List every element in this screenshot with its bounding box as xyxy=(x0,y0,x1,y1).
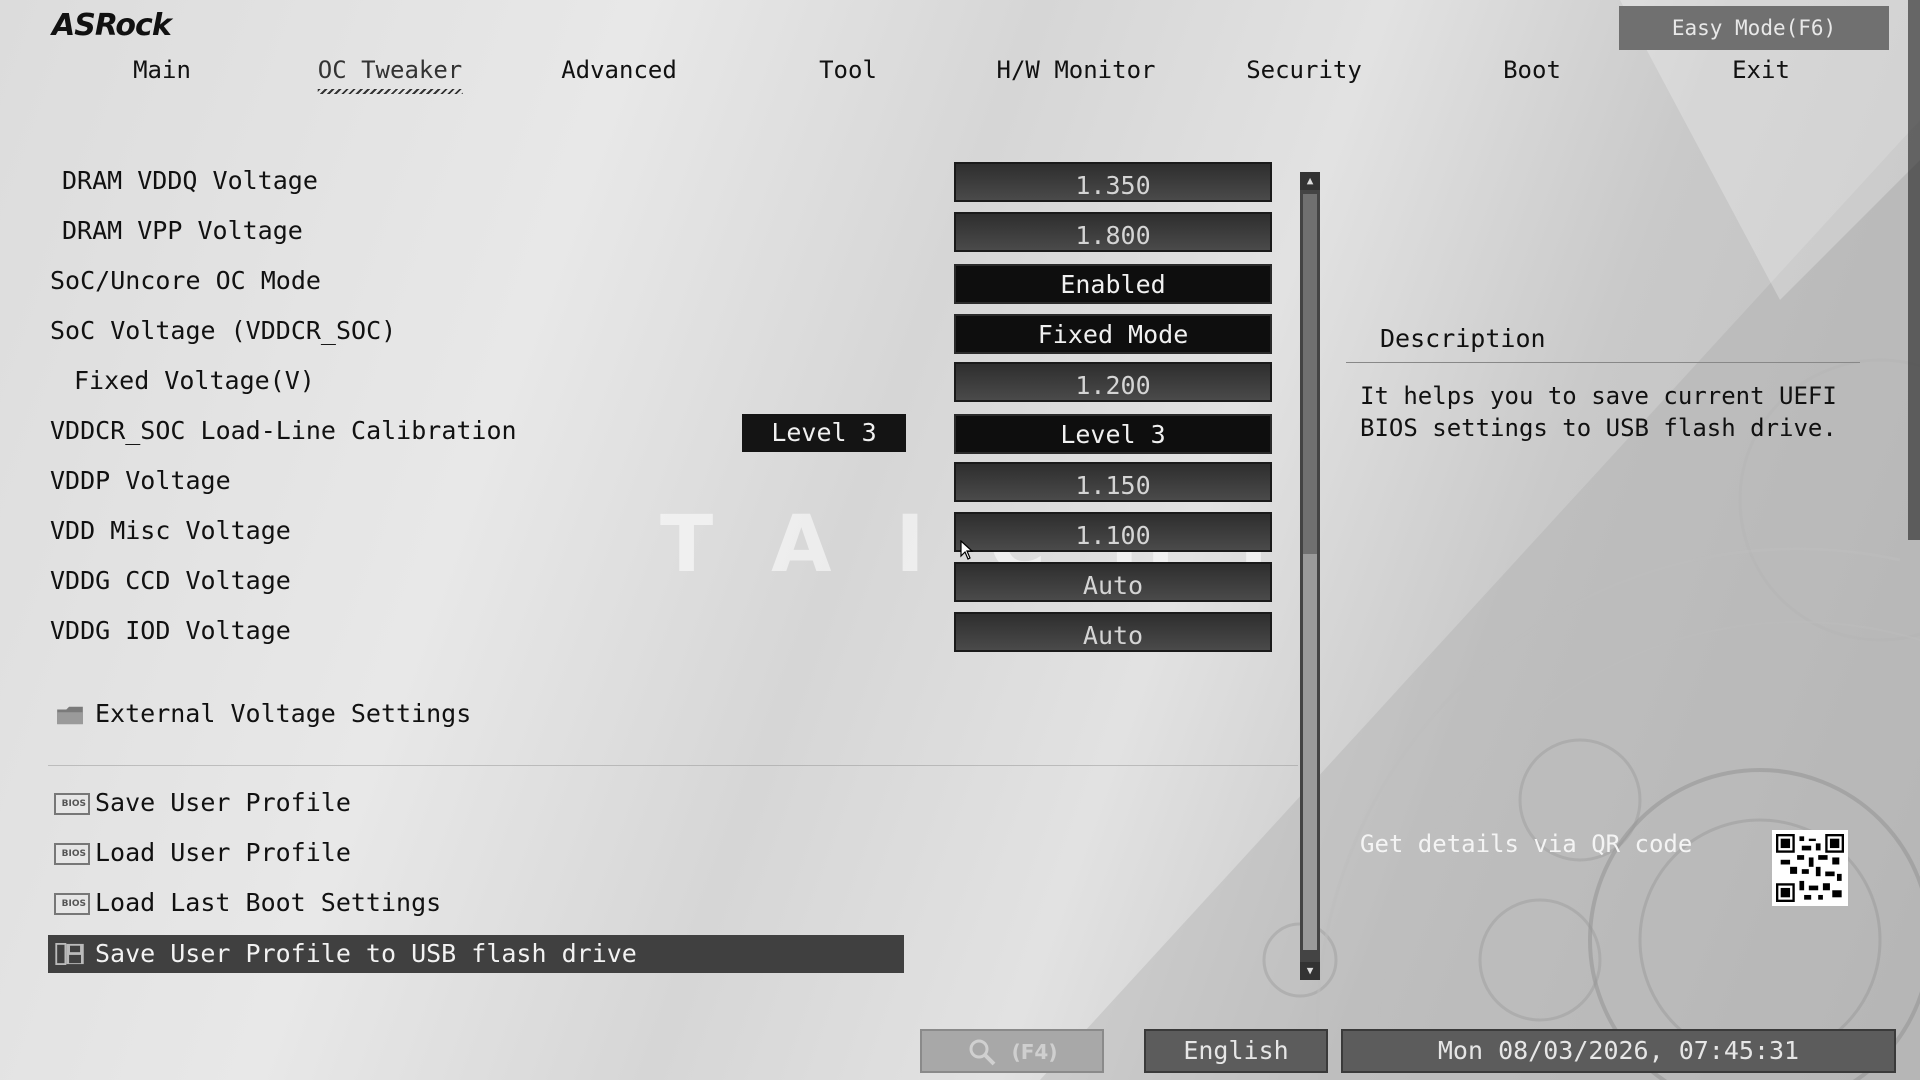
search-shortcut-label: (F4) xyxy=(1011,1040,1058,1064)
setting-value-soc-voltage[interactable]: Fixed Mode xyxy=(954,314,1272,354)
setting-value-vddg-ccd-voltage[interactable]: Auto xyxy=(954,562,1272,602)
menu-item-load-last-boot-settings[interactable]: Load Last Boot Settings xyxy=(95,888,441,917)
setting-label-dram-vddq[interactable]: DRAM VDDQ Voltage xyxy=(62,166,318,195)
current-value-vddcr-soc-llc: Level 3 xyxy=(742,414,906,452)
menu-item-save-profile-usb[interactable]: Save User Profile to USB flash drive xyxy=(95,939,637,968)
tab-bar: Main OC Tweaker Advanced Tool H/W Monito… xyxy=(0,56,1920,96)
tab-tool[interactable]: Tool xyxy=(819,56,877,84)
folder-icon xyxy=(57,706,83,725)
scrollbar[interactable]: ▲ ▼ xyxy=(1300,172,1320,980)
setting-label-fixed-voltage[interactable]: Fixed Voltage(V) xyxy=(74,366,315,395)
setting-label-vddg-iod-voltage[interactable]: VDDG IOD Voltage xyxy=(50,616,291,645)
setting-label-vddg-ccd-voltage[interactable]: VDDG CCD Voltage xyxy=(50,566,291,595)
setting-label-vddcr-soc-llc[interactable]: VDDCR_SOC Load-Line Calibration xyxy=(50,416,517,445)
setting-label-soc-uncore-oc-mode[interactable]: SoC/Uncore OC Mode xyxy=(50,266,321,295)
scroll-up-arrow-icon[interactable]: ▲ xyxy=(1300,172,1320,190)
mouse-cursor-icon xyxy=(960,540,974,560)
brand-logo: ASRock xyxy=(52,8,172,43)
setting-value-vddp-voltage[interactable]: 1.150 xyxy=(954,462,1272,502)
setting-value-vdd-misc-voltage[interactable]: 1.100 xyxy=(954,512,1272,552)
setting-value-dram-vpp[interactable]: 1.800 xyxy=(954,212,1272,252)
section-divider xyxy=(48,765,1298,766)
scroll-down-arrow-icon[interactable]: ▼ xyxy=(1300,962,1320,980)
submenu-external-voltage-settings[interactable]: External Voltage Settings xyxy=(95,699,471,728)
qr-code-icon xyxy=(1772,830,1848,906)
description-text: It helps you to save current UEFI BIOS s… xyxy=(1360,380,1840,444)
bios-icon: BIOS xyxy=(54,843,90,865)
description-text-line: BIOS settings to USB flash drive. xyxy=(1360,414,1837,442)
language-button[interactable]: English xyxy=(1144,1029,1328,1073)
bios-icon: BIOS xyxy=(54,893,90,915)
tab-oc-tweaker[interactable]: OC Tweaker xyxy=(317,56,462,94)
tab-boot[interactable]: Boot xyxy=(1503,56,1561,84)
scroll-thumb[interactable] xyxy=(1303,194,1317,554)
description-title: Description xyxy=(1380,324,1546,353)
setting-value-fixed-voltage[interactable]: 1.200 xyxy=(954,362,1272,402)
description-divider xyxy=(1346,362,1860,363)
setting-label-vddp-voltage[interactable]: VDDP Voltage xyxy=(50,466,231,495)
setting-value-dram-vddq[interactable]: 1.350 xyxy=(954,162,1272,202)
setting-value-soc-uncore-oc-mode[interactable]: Enabled xyxy=(954,264,1272,304)
menu-item-save-user-profile[interactable]: Save User Profile xyxy=(95,788,351,817)
floppy-icon xyxy=(55,943,84,965)
datetime-display: Mon 08/03/2026, 07:45:31 xyxy=(1341,1029,1896,1073)
search-button[interactable]: (F4) xyxy=(920,1029,1104,1073)
setting-label-vdd-misc-voltage[interactable]: VDD Misc Voltage xyxy=(50,516,291,545)
tab-advanced[interactable]: Advanced xyxy=(561,56,677,84)
setting-value-vddg-iod-voltage[interactable]: Auto xyxy=(954,612,1272,652)
search-icon xyxy=(969,1039,995,1066)
menu-item-load-user-profile[interactable]: Load User Profile xyxy=(95,838,351,867)
bios-icon: BIOS xyxy=(54,793,90,815)
tab-hw-monitor[interactable]: H/W Monitor xyxy=(997,56,1156,84)
setting-value-vddcr-soc-llc[interactable]: Level 3 xyxy=(954,414,1272,454)
tab-security[interactable]: Security xyxy=(1246,56,1362,84)
qr-code-caption: Get details via QR code xyxy=(1360,830,1693,858)
easy-mode-button[interactable]: Easy Mode(F6) xyxy=(1619,6,1889,50)
tab-main[interactable]: Main xyxy=(133,56,191,84)
scroll-track[interactable] xyxy=(1303,554,1317,950)
description-text-line: It helps you to save current UEFI xyxy=(1360,382,1837,410)
setting-label-dram-vpp[interactable]: DRAM VPP Voltage xyxy=(62,216,303,245)
setting-label-soc-voltage[interactable]: SoC Voltage (VDDCR_SOC) xyxy=(50,316,396,345)
tab-exit[interactable]: Exit xyxy=(1732,56,1790,84)
